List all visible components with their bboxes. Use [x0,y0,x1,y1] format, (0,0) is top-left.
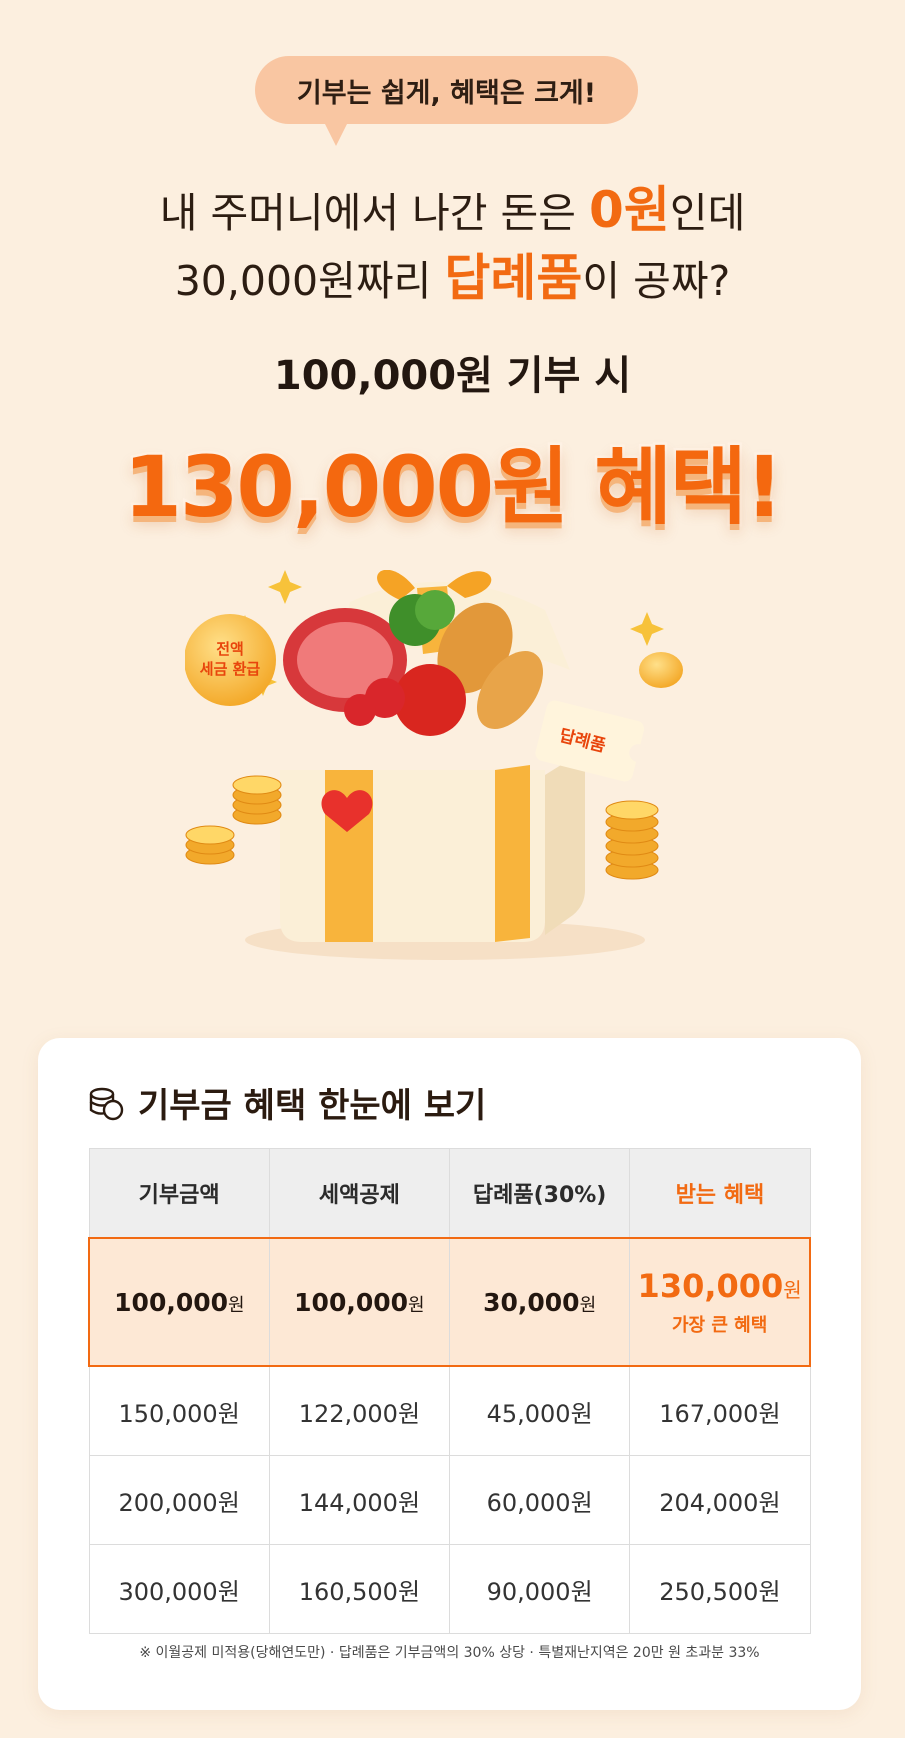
table-cell: 300,000원 [88,1544,270,1634]
table-cell: 30,000원 [448,1237,631,1367]
benefit-table: 기부금액 세액공제 답례품(30%) 받는 혜택 100,000원 100,00… [87,1148,812,1634]
column-header-benefit: 받는 혜택 [629,1148,811,1239]
table-cell: 144,000원 [268,1455,451,1545]
headline-2-pre: 30,000원짜리 [174,257,445,305]
table-row-highlighted: 100,000원 100,000원 30,000원 130,000원 가장 큰 … [87,1237,812,1367]
card-title: 기부금 혜택 한눈에 보기 [88,1078,486,1127]
headline-2-highlight: 답례품 [444,249,583,307]
benefit-headline: 130,000원 혜택! [121,436,786,539]
card-title-text: 기부금 혜택 한눈에 보기 [138,1086,487,1126]
table-cell: 90,000원 [448,1544,631,1634]
table-cell: 250,500원 [629,1544,811,1634]
slogan-bubble: 기부는 쉽게, 혜택은 크게! [255,56,638,124]
table-cell: 150,000원 [88,1365,270,1456]
column-header-donation: 기부금액 [88,1148,270,1239]
table-row: 150,000원 122,000원 45,000원 167,000원 [88,1365,811,1456]
table-cell: 100,000원 [87,1237,270,1367]
headline-2-post: 이 공짜? [582,257,731,305]
bubble-tail [322,118,350,146]
donation-condition: 100,000원 기부 시 [273,353,632,399]
column-header-tax-credit: 세액공제 [268,1148,451,1239]
table-cell: 100,000원 [268,1237,451,1367]
table-cell: 122,000원 [268,1365,451,1456]
column-header-gift: 답례품(30%) [448,1148,631,1239]
table-cell: 45,000원 [448,1365,631,1456]
best-benefit-badge: 가장 큰 혜택 [671,1315,768,1336]
table-row: 300,000원 160,500원 90,000원 250,500원 [88,1544,811,1634]
table-cell-best: 130,000원 가장 큰 혜택 [629,1237,812,1367]
table-cell: 160,500원 [268,1544,451,1634]
headline-line-1: 내 주머니에서 나간 돈은 0원인데 [0,170,905,242]
headline-1-post: 인데 [669,189,746,237]
benefit-card: 기부금 혜택 한눈에 보기 기부금액 세액공제 답례품(30%) 받는 혜택 1… [38,1038,861,1710]
gift-box-illustration: 전액 세금 환급 답례품 [185,570,683,960]
table-header-row: 기부금액 세액공제 답례품(30%) 받는 혜택 [88,1148,811,1239]
coins-icon [89,1087,124,1120]
coin-text-1: 전액 [216,640,244,658]
slogan-text: 기부는 쉽게, 혜택은 크게! [296,77,597,109]
table-cell: 204,000원 [629,1455,811,1545]
headline-1-highlight: 0원 [589,181,670,239]
headline-line-2: 30,000원짜리 답례품이 공짜? [0,238,905,310]
footnote: ※ 이월공제 미적용(당해연도만) · 답례품은 기부금액의 30% 상당 · … [139,1645,760,1661]
coin-text-2: 세금 환급 [200,660,261,678]
table-row: 200,000원 144,000원 60,000원 204,000원 [88,1455,811,1545]
table-cell: 200,000원 [88,1455,270,1545]
table-cell: 60,000원 [448,1455,631,1545]
headline-1-pre: 내 주머니에서 나간 돈은 [159,189,590,237]
table-cell: 167,000원 [629,1365,811,1456]
tax-refund-coin: 전액 세금 환급 [185,614,276,706]
